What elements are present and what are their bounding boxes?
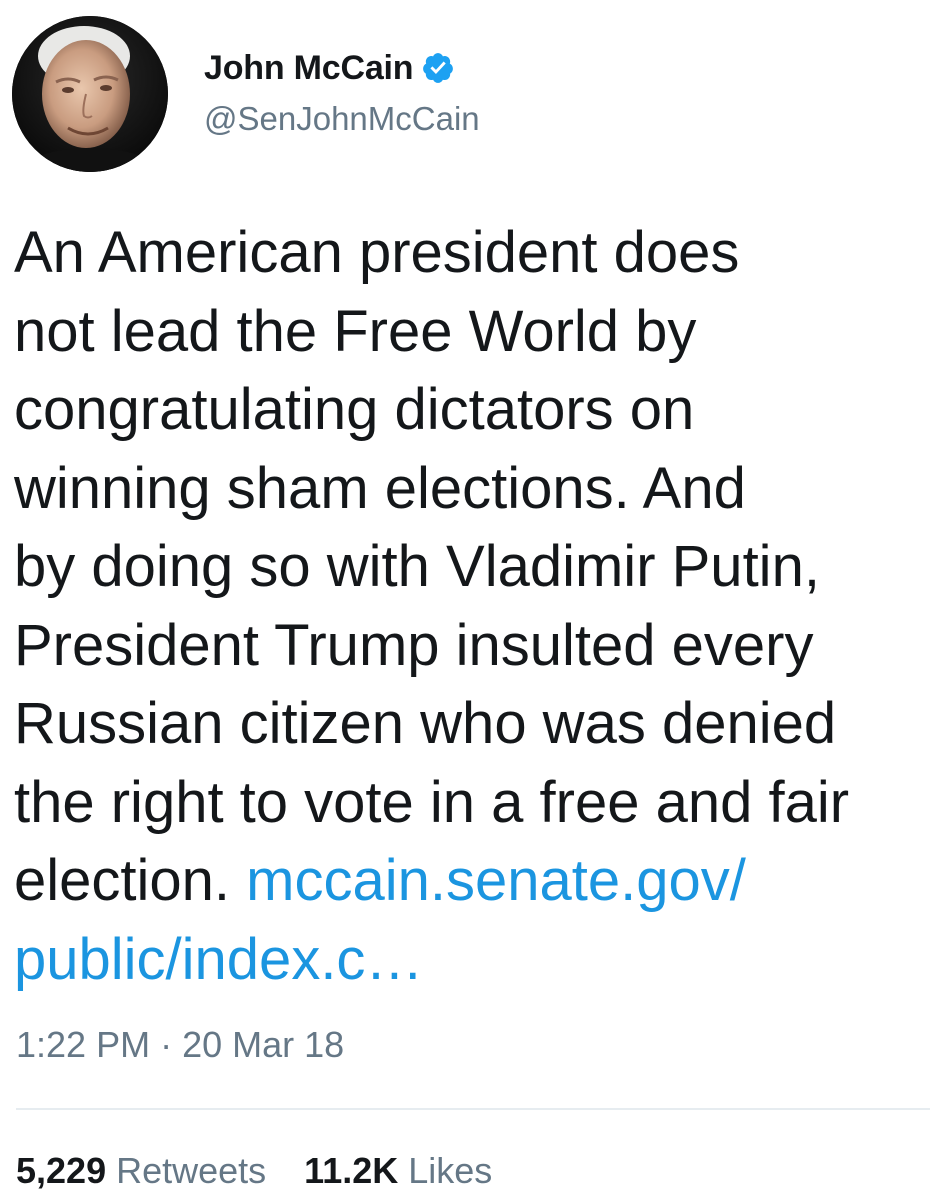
tweet-card: John McCain @SenJohnMcCain An American p… xyxy=(0,0,930,1200)
tweet-stats: 5,229 Retweets 11.2K Likes xyxy=(16,1150,492,1192)
tweet-text-line: President Trump insulted every xyxy=(14,612,814,678)
tweet-text-line: congratulating dictators on xyxy=(14,377,695,442)
tweet-timestamp[interactable]: 1:22 PM · 20 Mar 18 xyxy=(16,1024,344,1066)
user-info: John McCain @SenJohnMcCain xyxy=(204,44,480,138)
tweet-text-line: the right to vote in a free and fair xyxy=(14,769,850,835)
retweets-stat[interactable]: 5,229 Retweets xyxy=(16,1150,266,1192)
user-handle[interactable]: @SenJohnMcCain xyxy=(204,100,480,138)
timestamp-separator: · xyxy=(160,1024,173,1065)
retweets-count: 5,229 xyxy=(16,1150,107,1191)
tweet-text: An American president does not lead the … xyxy=(14,214,924,999)
tweet-link[interactable]: mccain.senate.gov/ xyxy=(246,848,746,913)
display-name[interactable]: John McCain xyxy=(204,49,414,88)
divider xyxy=(16,1108,930,1110)
retweets-label: Retweets xyxy=(116,1150,267,1191)
verified-badge-icon xyxy=(421,51,455,85)
likes-label: Likes xyxy=(408,1150,493,1191)
tweet-text-line: An American president does xyxy=(14,220,740,285)
tweet-text-line: not lead the Free World by xyxy=(14,298,697,364)
tweet-text-segment: election. xyxy=(14,848,231,913)
likes-count: 11.2K xyxy=(304,1150,399,1191)
tweet-date: 20 Mar 18 xyxy=(182,1024,345,1065)
tweet-text-line: winning sham elections. And xyxy=(14,455,746,521)
tweet-text-line: by doing so with Vladimir Putin, xyxy=(14,534,820,599)
avatar[interactable] xyxy=(12,16,168,172)
tweet-time: 1:22 PM xyxy=(16,1024,151,1065)
tweet-text-line-with-link: election. mccain.senate.gov/ xyxy=(14,842,924,921)
tweet-text-line: Russian citizen who was denied xyxy=(14,691,837,756)
likes-stat[interactable]: 11.2K Likes xyxy=(304,1150,492,1192)
name-row: John McCain xyxy=(204,44,480,92)
tweet-link-continued[interactable]: public/index.c… xyxy=(14,921,924,1000)
